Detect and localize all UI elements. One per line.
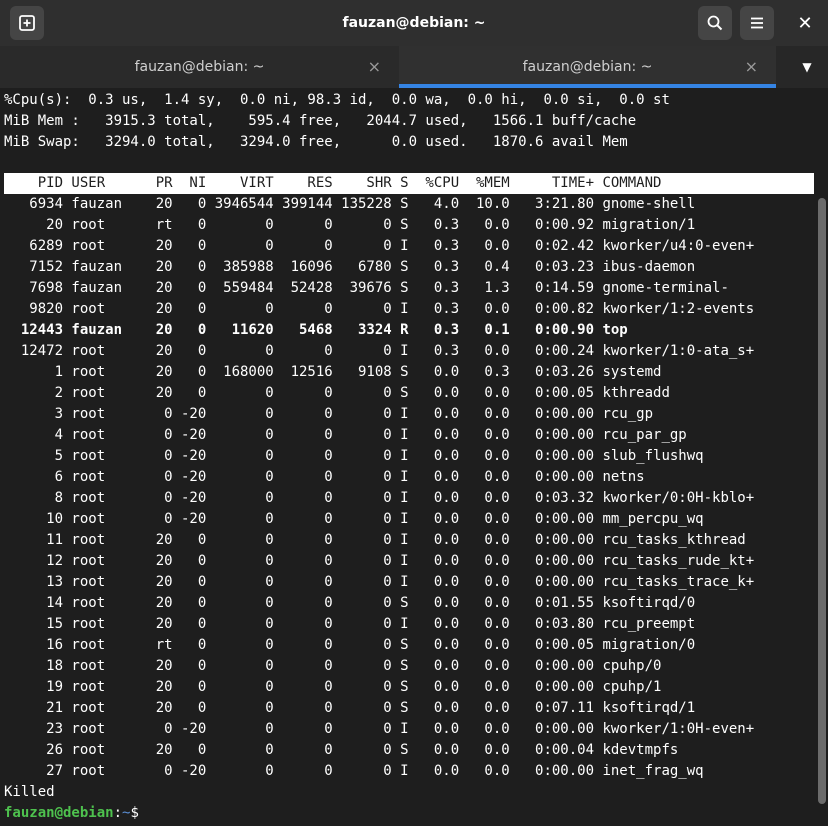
tab-close-icon[interactable]: ×	[368, 46, 381, 88]
process-table-header: PID USER PR NI VIRT RES SHR S %CPU %MEM …	[4, 173, 814, 194]
table-row: 11 root 20 0 0 0 0 I 0.0 0.0 0:00.00 rcu…	[4, 532, 746, 548]
cpu-summary-line: %Cpu(s): 0.3 us, 1.4 sy, 0.0 ni, 98.3 id…	[4, 92, 670, 108]
hamburger-icon	[751, 17, 763, 29]
tab-1[interactable]: fauzan@debian: ~ ×	[0, 46, 399, 88]
table-row: 10 root 0 -20 0 0 0 I 0.0 0.0 0:00.00 mm…	[4, 511, 704, 527]
table-row: 21 root 20 0 0 0 0 S 0.0 0.0 0:07.11 kso…	[4, 700, 696, 716]
table-row: 7152 fauzan 20 0 385988 16096 6780 S 0.3…	[4, 259, 696, 275]
table-row: 13 root 20 0 0 0 0 I 0.0 0.0 0:00.00 rcu…	[4, 574, 755, 590]
title-bar: fauzan@debian: ~ ✕	[0, 0, 828, 46]
table-row: 6934 fauzan 20 0 3946544 399144 135228 S…	[4, 196, 696, 212]
table-row: 3 root 0 -20 0 0 0 I 0.0 0.0 0:00.00 rcu…	[4, 406, 654, 422]
table-row: 6 root 0 -20 0 0 0 I 0.0 0.0 0:00.00 net…	[4, 469, 645, 485]
prompt-symbol: $	[130, 805, 139, 821]
table-row: 16 root rt 0 0 0 0 S 0.0 0.0 0:00.05 mig…	[4, 637, 696, 653]
tab-label: fauzan@debian: ~	[134, 59, 265, 75]
plus-box-icon	[19, 15, 35, 31]
table-row: 5 root 0 -20 0 0 0 I 0.0 0.0 0:00.00 slu…	[4, 448, 704, 464]
tab-2-active[interactable]: fauzan@debian: ~ ×	[399, 46, 776, 88]
table-row: 12472 root 20 0 0 0 0 I 0.3 0.0 0:00.24 …	[4, 343, 755, 359]
terminal-output[interactable]: %Cpu(s): 0.3 us, 1.4 sy, 0.0 ni, 98.3 id…	[0, 88, 816, 826]
table-row: 4 root 0 -20 0 0 0 I 0.0 0.0 0:00.00 rcu…	[4, 427, 687, 443]
swap-summary-line: MiB Swap: 3294.0 total, 3294.0 free, 0.0…	[4, 134, 628, 150]
table-row: 2 root 20 0 0 0 0 S 0.0 0.0 0:00.05 kthr…	[4, 385, 670, 401]
killed-message: Killed	[4, 784, 55, 800]
tabs-dropdown-button[interactable]: ▼	[786, 46, 828, 88]
prompt-user: fauzan@debian	[4, 805, 114, 821]
magnifier-icon	[707, 15, 723, 31]
table-row: 26 root 20 0 0 0 0 S 0.0 0.0 0:00.04 kde…	[4, 742, 679, 758]
shell-prompt: fauzan@debian:~$	[4, 803, 139, 824]
table-row: 7698 fauzan 20 0 559484 52428 39676 S 0.…	[4, 280, 729, 296]
table-row: 12 root 20 0 0 0 0 I 0.0 0.0 0:00.00 rcu…	[4, 553, 755, 569]
table-row: 1 root 20 0 168000 12516 9108 S 0.0 0.3 …	[4, 364, 662, 380]
table-row: 20 root rt 0 0 0 0 S 0.3 0.0 0:00.92 mig…	[4, 217, 696, 233]
search-button[interactable]	[698, 6, 732, 40]
table-row: 18 root 20 0 0 0 0 S 0.0 0.0 0:00.00 cpu…	[4, 658, 662, 674]
table-row: 6289 root 20 0 0 0 0 I 0.3 0.0 0:02.42 k…	[4, 238, 755, 254]
prompt-separator: :	[113, 805, 123, 821]
table-row: 12443 fauzan 20 0 11620 5468 3324 R 0.3 …	[4, 322, 628, 338]
table-row: 27 root 0 -20 0 0 0 I 0.0 0.0 0:00.00 in…	[4, 763, 704, 779]
scrollbar[interactable]	[818, 198, 826, 804]
table-row: 14 root 20 0 0 0 0 S 0.0 0.0 0:01.55 kso…	[4, 595, 696, 611]
table-row: 15 root 20 0 0 0 0 I 0.0 0.0 0:03.80 rcu…	[4, 616, 696, 632]
tab-bar: fauzan@debian: ~ × fauzan@debian: ~ × ▼	[0, 46, 828, 88]
mem-summary-line: MiB Mem : 3915.3 total, 595.4 free, 2044…	[4, 113, 637, 129]
table-row: 23 root 0 -20 0 0 0 I 0.0 0.0 0:00.00 kw…	[4, 721, 755, 737]
table-row: 8 root 0 -20 0 0 0 I 0.0 0.0 0:03.32 kwo…	[4, 490, 755, 506]
table-row: 19 root 20 0 0 0 0 S 0.0 0.0 0:00.00 cpu…	[4, 679, 662, 695]
main-menu-button[interactable]	[740, 6, 774, 40]
tab-close-icon[interactable]: ×	[745, 46, 758, 88]
new-tab-button[interactable]	[10, 6, 44, 40]
table-row: 9820 root 20 0 0 0 0 I 0.3 0.0 0:00.82 k…	[4, 301, 755, 317]
window-close-button[interactable]: ✕	[788, 6, 822, 40]
tab-label: fauzan@debian: ~	[522, 59, 653, 75]
